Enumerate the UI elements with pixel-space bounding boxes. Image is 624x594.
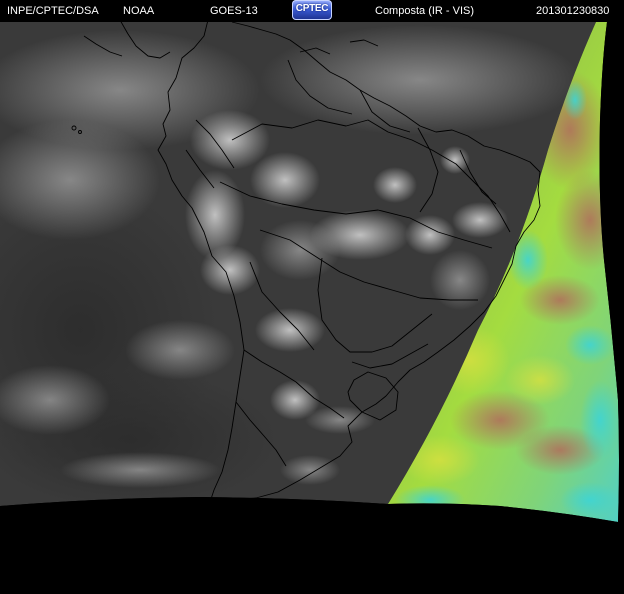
image-header: INPE/CPTEC/DSA NOAA GOES-13 CPTEC Compos… [0,0,624,22]
satellite-map [0,0,624,594]
cptec-logo: CPTEC [292,0,332,20]
satellite-map-canvas [0,0,624,594]
timestamp-label: 201301230830 [536,5,610,17]
organization-label: INPE/CPTEC/DSA [7,5,99,17]
product-label: Composta (IR - VIS) [375,5,475,17]
satellite-label: GOES-13 [210,5,258,17]
logo-text: CPTEC [295,3,329,14]
space-mask [0,497,624,594]
agency-label: NOAA [123,5,155,17]
satellite-image-viewer: INPE/CPTEC/DSA NOAA GOES-13 CPTEC Compos… [0,0,624,594]
